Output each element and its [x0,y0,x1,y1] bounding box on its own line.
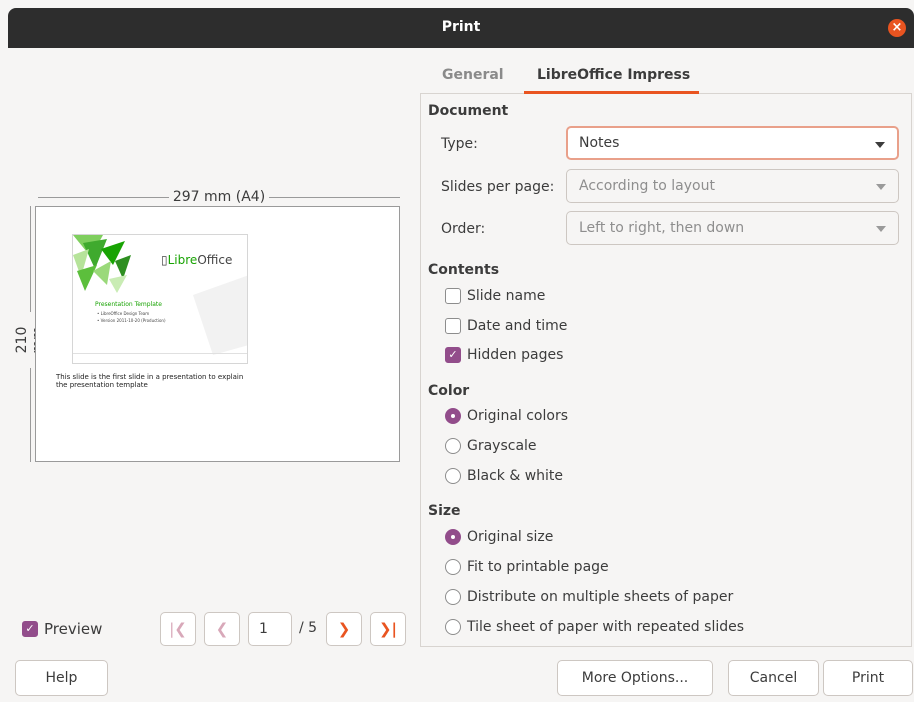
document-heading: Document [428,103,509,119]
slides-per-page-label: Slides per page: [441,179,555,195]
grayscale-radio[interactable]: Grayscale [445,438,537,454]
order-select: Left to right, then down [566,211,899,245]
order-value: Left to right, then down [579,220,745,236]
preview-label: Preview [44,620,103,638]
width-label: 297 mm (A4) [168,189,270,205]
contents-heading: Contents [428,262,500,278]
slide-name-checkbox[interactable]: Slide name [445,288,545,304]
slides-per-page-select: According to layout [566,169,899,203]
radio-icon[interactable] [445,619,461,635]
radio-icon[interactable] [445,559,461,575]
width-dimension: 297 mm (A4) [38,189,400,205]
radio-icon[interactable] [445,589,461,605]
first-page-icon: |❮ [169,620,187,638]
last-page-icon: ❯| [378,620,398,638]
chevron-down-icon [876,184,886,190]
chevron-right-icon: ❯ [337,620,351,638]
chevron-down-icon [876,226,886,232]
option-label: Slide name [467,288,546,304]
slide-thumbnail: ▯LibreOffice Presentation Template • Lib… [72,234,248,364]
page-total: / 5 [299,620,318,636]
slide-bullet: • Version 2011-10-20 (Production) [97,318,166,323]
tile-sheet-radio[interactable]: Tile sheet of paper with repeated slides [445,619,744,635]
chevron-down-icon [875,142,885,148]
type-select[interactable]: Notes [566,126,899,160]
tab-libreoffice-impress[interactable]: LibreOffice Impress [537,67,690,83]
radio-selected-icon[interactable] [445,529,461,545]
option-label: Hidden pages [467,347,564,363]
fit-to-page-radio[interactable]: Fit to printable page [445,559,609,575]
hidden-pages-checkbox[interactable]: ✓ Hidden pages [445,347,563,363]
next-page-button[interactable]: ❯ [326,612,362,646]
radio-selected-icon[interactable] [445,408,461,424]
close-icon[interactable]: × [888,19,906,37]
option-label: Original colors [467,408,569,424]
previous-page-button[interactable]: ❮ [204,612,240,646]
type-label: Type: [441,136,478,152]
checkbox-icon[interactable] [445,288,461,304]
color-heading: Color [428,383,470,399]
radio-icon[interactable] [445,438,461,454]
slide-bullet: • LibreOffice Design Team [97,311,150,316]
chevron-left-icon: ❮ [215,620,229,638]
libreoffice-logo: ▯LibreOffice [161,253,233,267]
title-bar: Print × [8,8,914,48]
option-label: Black & white [467,468,564,484]
tab-general[interactable]: General [442,67,504,83]
original-colors-radio[interactable]: Original colors [445,408,568,424]
check-icon[interactable]: ✓ [22,621,38,637]
radio-icon[interactable] [445,468,461,484]
option-label: Tile sheet of paper with repeated slides [467,619,745,635]
option-label: Grayscale [467,438,537,454]
distribute-sheets-radio[interactable]: Distribute on multiple sheets of paper [445,589,733,605]
last-page-button[interactable]: ❯| [370,612,406,646]
preview-checkbox[interactable]: ✓ Preview [22,620,102,638]
check-icon[interactable]: ✓ [445,347,461,363]
print-button[interactable]: Print [823,660,913,696]
option-label: Fit to printable page [467,559,609,575]
slide-title: Presentation Template [95,301,162,308]
page-preview: ▯LibreOffice Presentation Template • Lib… [35,206,400,462]
window-title: Print [441,19,481,35]
order-label: Order: [441,221,486,237]
more-options-button[interactable]: More Options... [557,660,713,696]
type-value: Notes [579,135,620,151]
black-white-radio[interactable]: Black & white [445,468,563,484]
slides-per-page-value: According to layout [579,178,715,194]
page-number-input[interactable]: 1 [248,612,292,646]
first-page-button[interactable]: |❮ [160,612,196,646]
original-size-radio[interactable]: Original size [445,529,553,545]
cancel-button[interactable]: Cancel [728,660,819,696]
slide-footer [73,353,247,359]
option-label: Date and time [467,318,568,334]
slide-notes: This slide is the first slide in a prese… [56,373,244,389]
checkbox-icon[interactable] [445,318,461,334]
help-button[interactable]: Help [15,660,108,696]
tab-bar: General LibreOffice Impress [420,58,912,94]
option-label: Distribute on multiple sheets of paper [467,589,734,605]
date-and-time-checkbox[interactable]: Date and time [445,318,567,334]
size-heading: Size [428,503,461,519]
option-label: Original size [467,529,554,545]
